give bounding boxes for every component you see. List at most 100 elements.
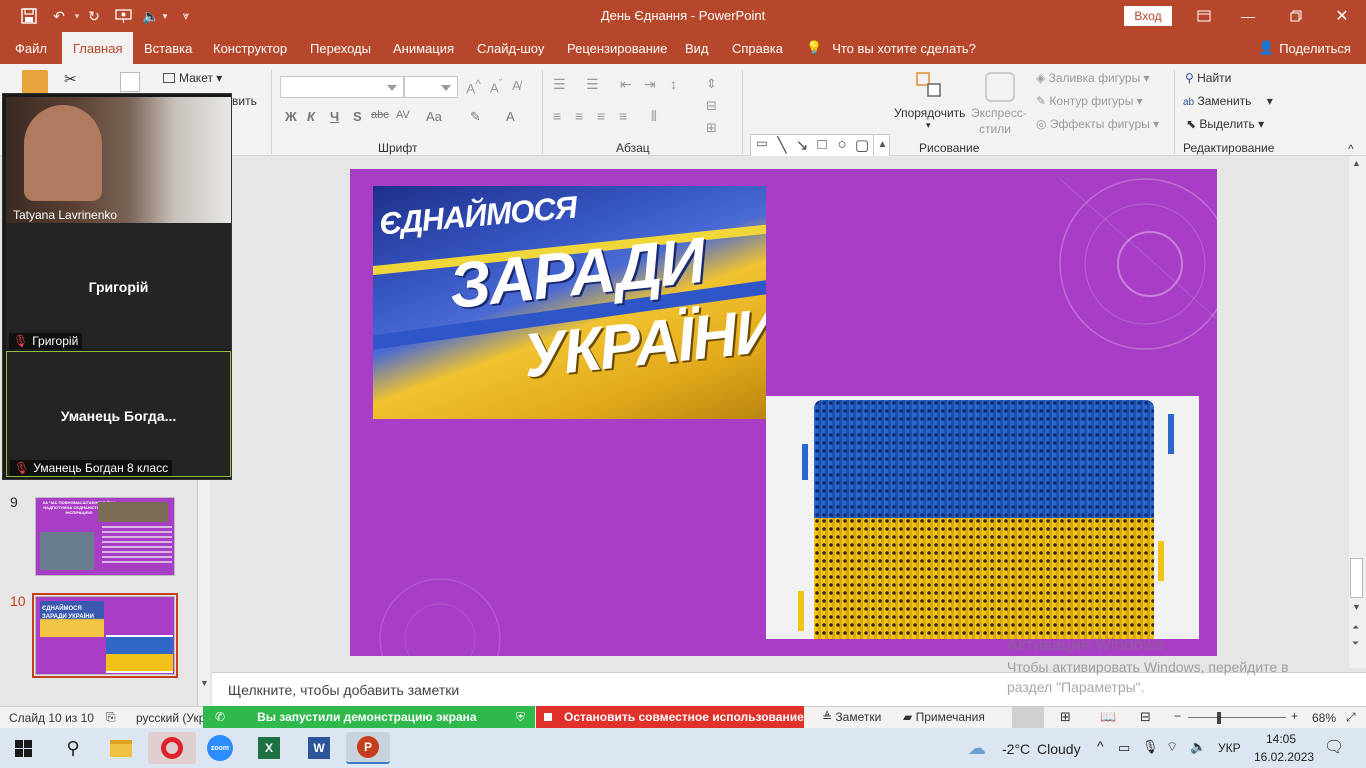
tab-slideshow[interactable]: Слайд-шоу: [477, 32, 544, 64]
align-right-icon[interactable]: ≡: [597, 108, 605, 124]
reading-view-icon[interactable]: 📖: [1100, 709, 1116, 725]
new-slide-icon[interactable]: [120, 72, 140, 92]
slide-scrollbar[interactable]: ▲ ▼ ⏶ ⏷: [1349, 156, 1366, 668]
powerpoint-icon[interactable]: P: [346, 732, 390, 764]
line-shape-icon[interactable]: ╲: [773, 136, 791, 154]
tab-transitions[interactable]: Переходы: [310, 32, 371, 64]
normal-view-icon[interactable]: [1012, 707, 1044, 728]
slide-thumbnail-10[interactable]: ЄДНАЙМОСЯ ЗАРАДИ УКРАЇНИ: [35, 596, 175, 675]
arrange-label[interactable]: Упорядочить: [894, 106, 965, 120]
shadow-button[interactable]: S: [353, 109, 362, 124]
zoom-slider-handle[interactable]: [1217, 712, 1221, 724]
volume-icon[interactable]: 🔈: [1190, 739, 1206, 755]
strike-button[interactable]: abc: [371, 109, 389, 121]
collapse-ribbon-icon[interactable]: ^: [1348, 142, 1354, 156]
layout-button[interactable]: Макет ▾: [163, 71, 222, 85]
font-size-combo[interactable]: [404, 76, 458, 98]
numbering-icon[interactable]: ☰: [586, 76, 599, 93]
zoom-video-panel[interactable]: Tatyana Lavrinenko Григорій 🎙 Григорій Ум…: [2, 93, 232, 480]
tray-chevron-icon[interactable]: ^: [1097, 738, 1104, 754]
tell-me-search[interactable]: 💡 Что вы хотите сделать?: [806, 32, 976, 64]
shape-fill-button[interactable]: ◈ Заливка фигуры ▾: [1036, 71, 1150, 85]
arrange-dropdown-icon[interactable]: ▾: [926, 120, 931, 131]
zoom-app-icon[interactable]: zoom: [203, 732, 237, 764]
align-left-icon[interactable]: ≡: [553, 108, 561, 124]
decrease-indent-icon[interactable]: ⇤: [620, 76, 632, 93]
reset-partial-label[interactable]: вить: [232, 94, 257, 108]
signin-button[interactable]: Вход: [1124, 6, 1172, 26]
cloud-icon[interactable]: ☁: [968, 738, 986, 759]
restore-icon[interactable]: [1284, 6, 1308, 26]
search-icon[interactable]: ⚲: [56, 732, 90, 764]
zoom-slider[interactable]: [1188, 717, 1286, 718]
word-icon[interactable]: W: [302, 732, 336, 764]
scroll-down-icon[interactable]: ▼: [1352, 602, 1361, 612]
textbox-shape-icon[interactable]: ▭: [753, 136, 771, 150]
font-color-button[interactable]: A: [506, 109, 515, 124]
select-button[interactable]: ⬉ Выделить ▾: [1186, 117, 1264, 131]
shape-effects-button[interactable]: ◎ Эффекты фигуры ▾: [1036, 117, 1159, 131]
align-center-icon[interactable]: ≡: [575, 108, 583, 124]
slideshow-view-icon[interactable]: ⊟: [1140, 709, 1151, 725]
previous-slide-icon[interactable]: ⏶: [1352, 622, 1359, 633]
tab-file[interactable]: Файл: [15, 32, 47, 64]
microphone-icon[interactable]: 🎙: [1142, 739, 1159, 755]
tab-insert[interactable]: Вставка: [144, 32, 192, 64]
language-indicator[interactable]: русский (Укр: [136, 711, 205, 725]
notes-placeholder[interactable]: Щелкните, чтобы добавить заметки: [228, 682, 459, 698]
tab-help[interactable]: Справка: [732, 32, 783, 64]
italic-button[interactable]: К: [307, 109, 315, 124]
close-icon[interactable]: ✕: [1330, 6, 1354, 26]
tab-review[interactable]: Рецензирование: [567, 32, 667, 64]
increase-indent-icon[interactable]: ⇥: [644, 76, 656, 93]
highlight-icon[interactable]: ✎: [470, 109, 481, 125]
scroll-up-icon[interactable]: ▲: [1352, 158, 1361, 168]
weather-text[interactable]: Cloudy: [1037, 741, 1081, 757]
input-language[interactable]: УКР: [1218, 741, 1241, 755]
battery-icon[interactable]: ▭: [1118, 740, 1130, 756]
rectangle-shape-icon[interactable]: □: [813, 136, 831, 153]
zoom-out-icon[interactable]: −: [1174, 709, 1181, 723]
arrange-icon[interactable]: [916, 72, 942, 98]
columns-icon[interactable]: ⫴: [651, 108, 657, 125]
comments-toggle[interactable]: ▰ Примечания: [903, 710, 985, 724]
windows-start-icon[interactable]: [6, 732, 40, 764]
ribbon-display-options-icon[interactable]: [1192, 6, 1216, 26]
justify-icon[interactable]: ≡: [619, 108, 627, 124]
text-direction-icon[interactable]: ⇕: [706, 76, 717, 92]
find-button[interactable]: ⚲ Найти: [1185, 71, 1231, 85]
network-icon[interactable]: ⌔: [1166, 739, 1178, 755]
oval-shape-icon[interactable]: ○: [833, 136, 851, 153]
tab-view[interactable]: Вид: [685, 32, 709, 64]
zoom-level[interactable]: 68%: [1312, 711, 1336, 725]
scroll-thumb[interactable]: [1350, 558, 1363, 598]
clock-time[interactable]: 14:05: [1266, 732, 1296, 746]
shape-outline-button[interactable]: ✎ Контур фигуры ▾: [1036, 94, 1143, 108]
share-button[interactable]: 👤 Поделиться: [1258, 32, 1351, 64]
clock-date[interactable]: 16.02.2023: [1254, 750, 1314, 764]
excel-icon[interactable]: X: [252, 732, 286, 764]
rounded-rect-shape-icon[interactable]: ▢: [853, 136, 871, 154]
weather-temp[interactable]: -2°C: [1002, 741, 1030, 757]
bold-button[interactable]: Ж: [285, 109, 297, 124]
slide-thumbnail-9[interactable]: ЗА ЧАС ПОВНОМАСШТАБНОЇ ВІЙНИ НАДПОТУЖНА …: [35, 497, 175, 576]
opera-icon[interactable]: [148, 732, 196, 764]
stop-sharing-button[interactable]: Остановить совместное использование: [536, 706, 804, 728]
unity-banner-image[interactable]: ЄДНАЙМОСЯ ЗАРАДИ УКРАЇНИ: [373, 186, 766, 419]
next-slide-icon[interactable]: ⏷: [1352, 638, 1359, 649]
crowd-flag-image[interactable]: [766, 396, 1199, 639]
file-explorer-icon[interactable]: [104, 732, 138, 764]
quick-styles-label-1[interactable]: Экспресс-: [971, 106, 1027, 120]
cut-icon[interactable]: ✂: [64, 70, 77, 88]
minimize-icon[interactable]: —: [1236, 6, 1260, 26]
quick-styles-icon[interactable]: [985, 72, 1015, 102]
zoom-in-icon[interactable]: +: [1291, 709, 1298, 723]
tab-animations[interactable]: Анимация: [393, 32, 454, 64]
spellcheck-icon[interactable]: ⎘: [106, 710, 116, 725]
font-family-combo[interactable]: [280, 76, 404, 98]
align-text-icon[interactable]: ⊟: [706, 98, 717, 114]
tab-design[interactable]: Конструктор: [213, 32, 287, 64]
fit-slide-icon[interactable]: ⤢: [1346, 710, 1356, 725]
bullets-icon[interactable]: ☰: [553, 76, 566, 93]
arrow-line-shape-icon[interactable]: ↘: [793, 136, 811, 154]
